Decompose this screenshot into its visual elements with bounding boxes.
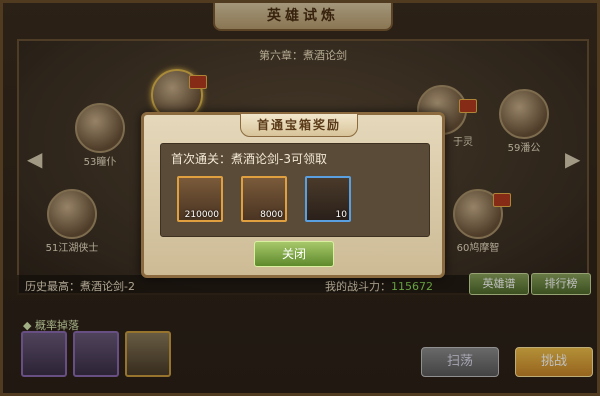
reward-panel: 首次通关：煮酒论剑-3可领取 210000 8000 10 (160, 143, 430, 237)
reward-modal: 首通宝箱奖励 首次通关：煮酒论剑-3可领取 210000 8000 10 关闭 (141, 112, 445, 278)
hero-portrait-icon[interactable]: 10 (305, 176, 351, 222)
modal-title: 首通宝箱奖励 (240, 113, 358, 137)
silver-ingot-icon[interactable]: 8000 (241, 176, 287, 222)
reward-count: 8000 (260, 210, 283, 220)
close-button[interactable]: 关闭 (254, 241, 334, 267)
first-clear-text: 首次通关：煮酒论剑-3可领取 (171, 152, 327, 166)
gold-ticket-icon[interactable]: 210000 (177, 176, 223, 222)
reward-count: 10 (335, 210, 347, 220)
reward-count: 210000 (184, 210, 219, 220)
